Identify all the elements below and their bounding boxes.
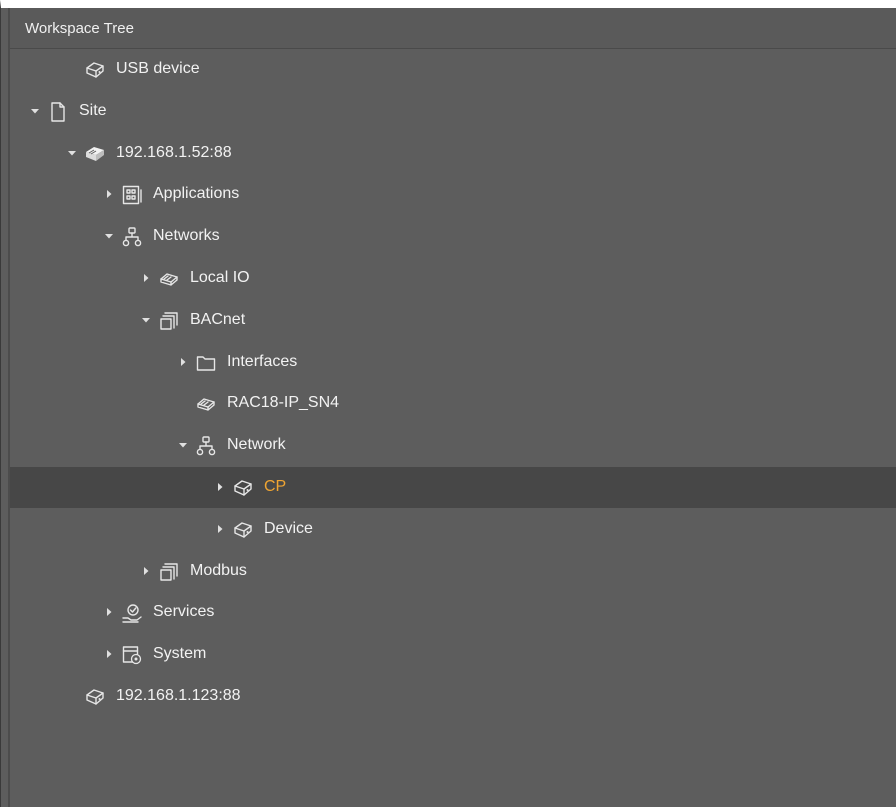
tree-item-device-192-168-1-52[interactable]: 192.168.1.52:88 [10,133,896,174]
tree-item-label: USB device [116,60,200,77]
panel-title: Workspace Tree [25,20,134,37]
chevron-right-icon[interactable] [103,606,115,618]
tree-item-label: Site [79,102,107,119]
tree-item-label: CP [264,478,287,495]
tree-item-label: BACnet [190,311,246,328]
tree-item-label: Services [153,603,215,620]
tree-item-label: Networks [153,227,220,244]
tree-item-modbus[interactable]: Modbus [10,551,896,592]
chevron-right-icon[interactable] [214,523,226,535]
tree-item-label: Interfaces [227,353,298,370]
device-icon [84,59,106,81]
protocol-icon [158,561,180,583]
tree-item-services[interactable]: Services [10,592,896,633]
panel-header: Workspace Tree [10,8,896,49]
chevron-down-icon[interactable] [29,105,41,117]
tree-item-system[interactable]: System [10,634,896,675]
io-module-icon [195,393,217,415]
chevron-right-icon[interactable] [214,481,226,493]
chevron-down-icon[interactable] [103,230,115,242]
chevron-down-icon[interactable] [177,439,189,451]
tree-item-label: Network [227,436,286,453]
chevron-down-icon[interactable] [66,147,78,159]
tree-item-label: 192.168.1.123:88 [116,687,241,704]
chevron-right-icon[interactable] [103,188,115,200]
system-icon [121,644,143,666]
tree-item-label: Applications [153,185,240,202]
tree-item-label: RAC18-IP_SN4 [227,394,340,411]
tree-item-network[interactable]: Network [10,425,896,466]
device-icon [232,477,254,499]
tree-item-rac18-ip-sn4[interactable]: RAC18-IP_SN4 [10,383,896,424]
tree-item-usb-device[interactable]: USB device [10,49,896,90]
tree-item-applications[interactable]: Applications [10,174,896,215]
chevron-right-icon[interactable] [140,565,152,577]
tree-item-cp[interactable]: CP [10,467,896,508]
device-icon [84,686,106,708]
tree-item-local-io[interactable]: Local IO [10,258,896,299]
applications-icon [121,184,143,206]
tree-item-label: Device [264,520,313,537]
folder-icon [195,352,217,374]
page-icon [47,101,69,123]
tree-item-label: Local IO [190,269,250,286]
tree-item-interfaces[interactable]: Interfaces [10,342,896,383]
connected-device-icon [84,143,106,165]
tree-item-label: Modbus [190,562,247,579]
tree-item-bacnet[interactable]: BACnet [10,300,896,341]
tree-item-site[interactable]: Site [10,91,896,132]
protocol-icon [158,310,180,332]
chevron-down-icon[interactable] [140,314,152,326]
tree-item-networks[interactable]: Networks [10,216,896,257]
services-icon [121,602,143,624]
chevron-right-icon[interactable] [177,356,189,368]
workspace-tree-panel: Workspace Tree USB device Site 192.168.1… [0,0,896,807]
tree-item-device[interactable]: Device [10,509,896,550]
chevron-right-icon[interactable] [140,272,152,284]
tree-item-label: System [153,645,207,662]
chevron-right-icon[interactable] [103,648,115,660]
tree-item-label: 192.168.1.52:88 [116,144,232,161]
tree-item-device-192-168-1-123[interactable]: 192.168.1.123:88 [10,676,896,717]
network-icon [195,435,217,457]
network-icon [121,226,143,248]
io-module-icon [158,268,180,290]
device-icon [232,519,254,541]
